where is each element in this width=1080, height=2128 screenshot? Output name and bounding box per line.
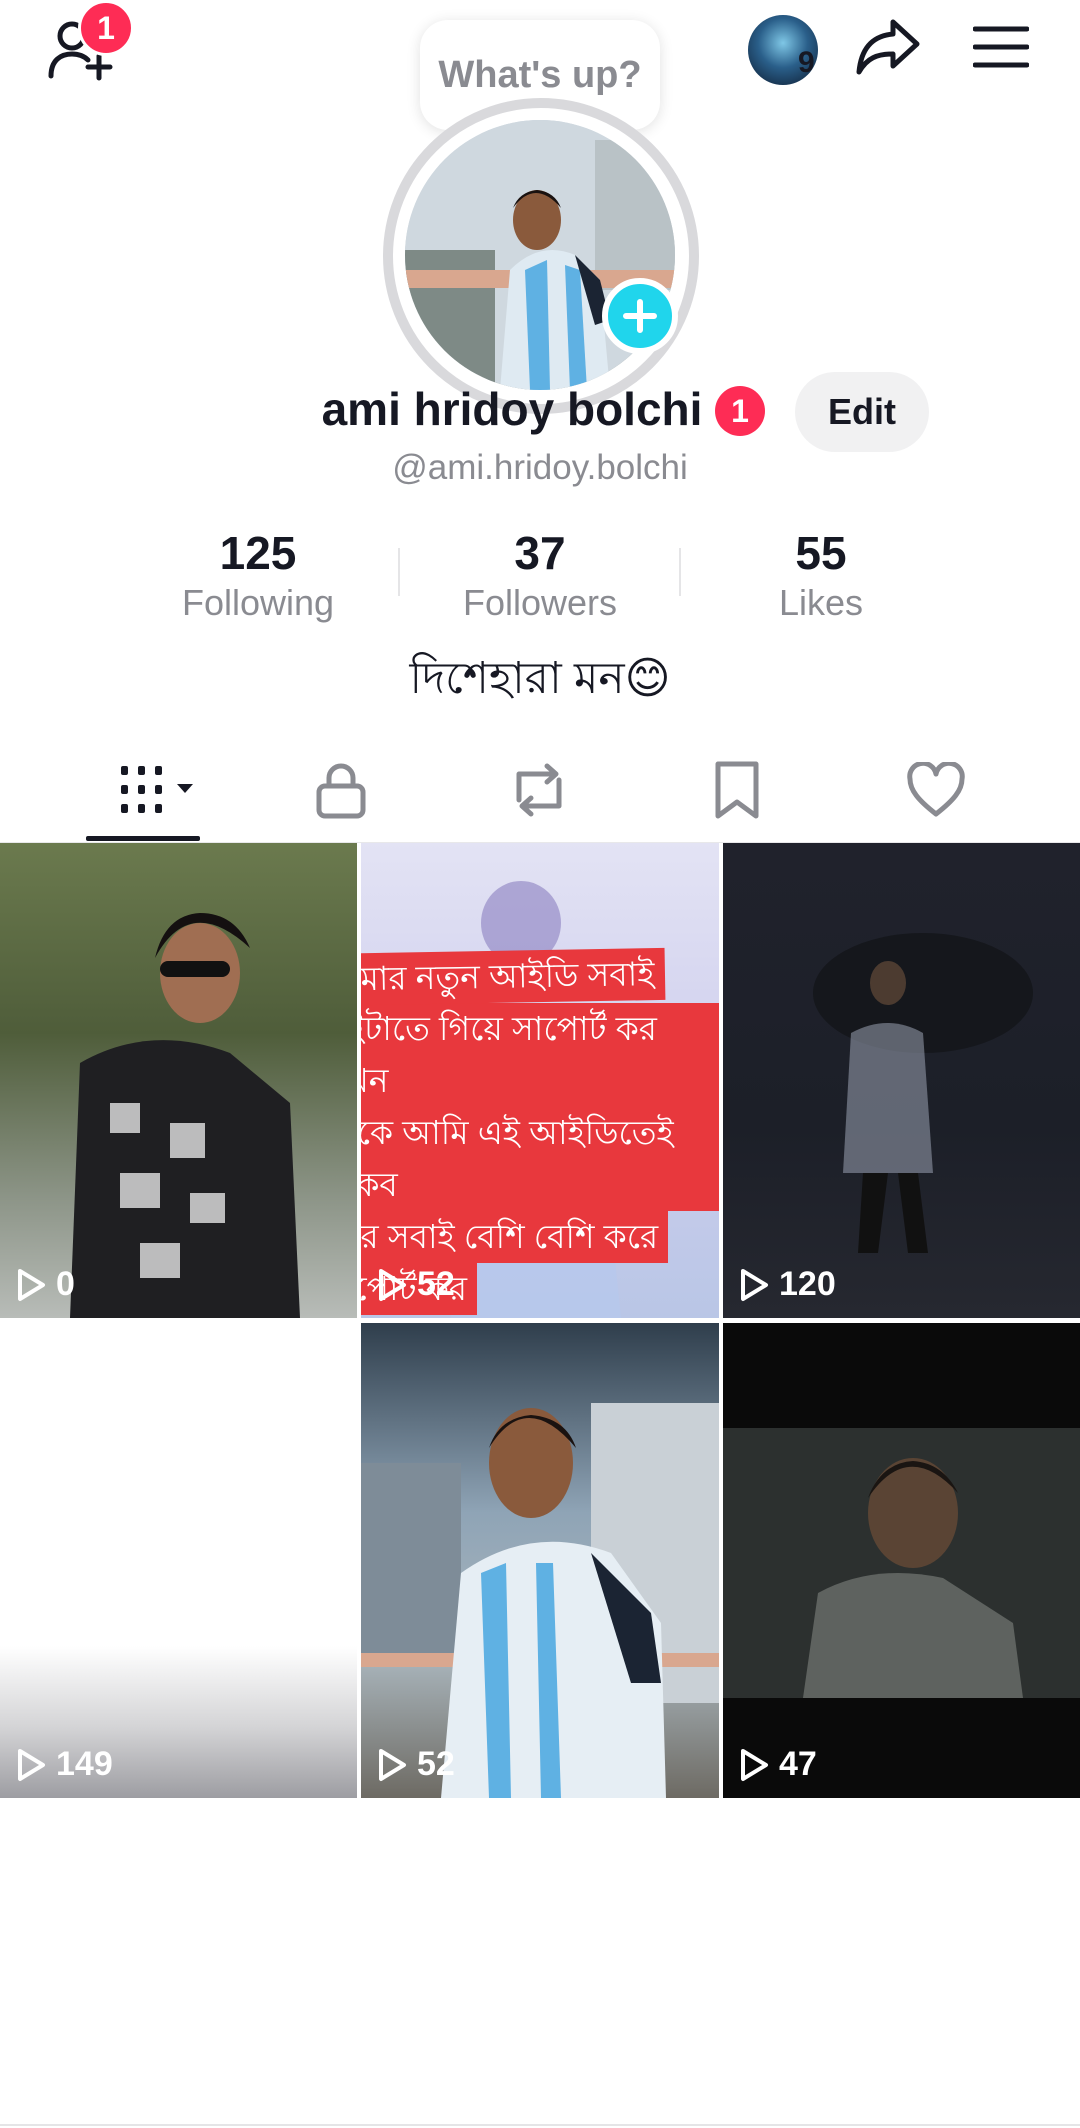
repost-icon — [516, 763, 562, 817]
video-views: 47 — [739, 1745, 817, 1784]
story-count: 9 — [798, 46, 815, 79]
view-count: 120 — [779, 1265, 836, 1303]
view-count: 52 — [417, 1745, 455, 1783]
video-views: 0 — [16, 1265, 75, 1304]
menu-button[interactable] — [966, 14, 1036, 80]
video-caption: আমার নতুন আইডি সবাই এইটাতে গিয়ে সাপোর্ট… — [361, 947, 719, 1315]
stat-followers[interactable]: 37 Followers — [410, 525, 670, 625]
video-thumbnail — [361, 1403, 719, 1798]
profile-handle: @ami.hridoy.bolchi — [392, 448, 688, 487]
stat-following[interactable]: 125 Following — [128, 525, 388, 625]
play-outline-icon — [741, 1748, 768, 1781]
tab-liked[interactable] — [876, 745, 996, 835]
profile-bio: দিশেহারা মন😊 — [409, 654, 671, 703]
name-badge: 1 — [715, 386, 765, 436]
share-arrow-icon — [856, 19, 920, 75]
video-tile[interactable]: 149 — [0, 1323, 357, 1798]
likes-count: 55 — [795, 527, 847, 579]
followers-count: 37 — [514, 527, 566, 579]
stat-divider — [398, 548, 400, 596]
followers-label: Followers — [462, 582, 618, 623]
view-count: 0 — [56, 1265, 75, 1303]
play-outline-icon — [18, 1268, 45, 1301]
plus-icon — [623, 299, 657, 333]
add-friend-button[interactable]: 1 — [40, 0, 134, 84]
play-outline-icon — [741, 1268, 768, 1301]
video-tile[interactable]: 0 — [0, 843, 357, 1318]
play-outline-icon — [379, 1268, 406, 1301]
hamburger-menu-icon — [973, 26, 1029, 68]
video-thumbnail — [723, 1428, 1080, 1698]
video-views: 52 — [377, 1745, 455, 1784]
tab-reposts[interactable] — [479, 745, 599, 835]
view-count: 149 — [56, 1745, 113, 1783]
bottom-divider — [0, 2124, 1080, 2126]
tab-videos[interactable] — [90, 745, 210, 835]
active-tab-indicator — [86, 836, 200, 841]
stat-divider — [679, 548, 681, 596]
play-outline-icon — [379, 1748, 406, 1781]
video-views: 52 — [377, 1265, 455, 1304]
caption-line: এইটাতে গিয়ে সাপোর্ট কর এখন — [361, 1003, 719, 1107]
lock-icon — [316, 763, 366, 819]
heart-icon — [907, 762, 965, 817]
play-outline-icon — [18, 1748, 45, 1781]
video-views: 120 — [739, 1265, 836, 1304]
view-count: 52 — [417, 1265, 455, 1303]
caption-line: থেকে আমি এই আইডিতেই তাকব — [361, 1107, 719, 1211]
caption-line: আমার নতুন আইডি সবাই — [361, 947, 665, 1007]
notification-badge: 1 — [78, 0, 134, 56]
following-count: 125 — [219, 527, 297, 579]
video-thumbnail — [70, 913, 300, 1318]
tab-saved[interactable] — [677, 745, 797, 835]
story-avatar-button[interactable]: 9 — [738, 10, 828, 90]
video-views: 149 — [16, 1745, 113, 1784]
videos-grid-icon — [121, 766, 193, 813]
video-tile[interactable]: 47 — [723, 1323, 1080, 1798]
share-button[interactable] — [852, 10, 924, 82]
stat-likes[interactable]: 55 Likes — [691, 525, 951, 625]
add-avatar-button[interactable] — [602, 278, 678, 354]
tab-private[interactable] — [281, 745, 401, 835]
likes-label: Likes — [778, 582, 864, 623]
video-thumbnail — [813, 933, 1033, 1253]
bookmark-icon — [715, 761, 759, 819]
video-tile[interactable]: 52 — [361, 1323, 719, 1798]
video-tile[interactable]: 120 — [723, 843, 1080, 1318]
profile-name: ami hridoy bolchi — [321, 383, 703, 435]
caption-line: আর সবাই বেশি বেশি করে — [361, 1211, 669, 1263]
view-count: 47 — [779, 1745, 817, 1783]
video-tile[interactable]: আমার নতুন আইডি সবাই এইটাতে গিয়ে সাপোর্ট… — [361, 843, 719, 1318]
following-label: Following — [181, 582, 335, 623]
edit-profile-button[interactable]: Edit — [795, 372, 929, 452]
